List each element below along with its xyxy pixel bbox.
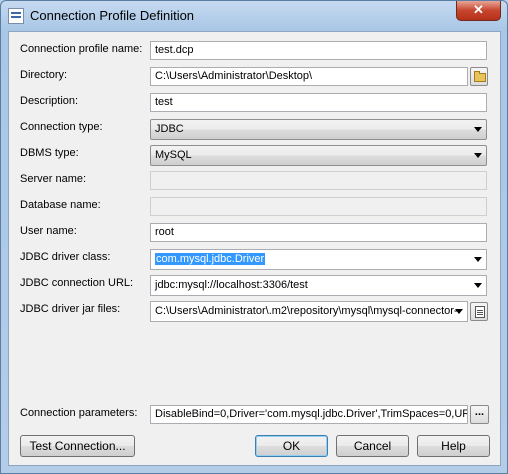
close-button[interactable]: ✕ xyxy=(456,1,501,21)
app-icon xyxy=(8,8,24,24)
server-name-input xyxy=(150,171,487,190)
dialog-body: Connection profile name: test.dcp Direct… xyxy=(8,31,501,466)
jdbc-driver-jar-files-value: C:\Users\Administrator\.m2\repository\my… xyxy=(155,305,458,317)
jdbc-driver-class-label: JDBC driver class: xyxy=(20,251,111,263)
folder-icon xyxy=(474,71,486,82)
connection-parameters-label: Connection parameters: xyxy=(20,407,138,419)
user-name-input[interactable]: root xyxy=(150,223,487,242)
connection-type-label: Connection type: xyxy=(20,121,103,133)
jdbc-driver-class-select[interactable]: com.mysql.jdbc.Driver xyxy=(150,249,487,270)
title-bar[interactable]: Connection Profile Definition ✕ xyxy=(1,1,507,31)
jdbc-driver-jar-files-select[interactable]: C:\Users\Administrator\.m2\repository\my… xyxy=(150,301,468,322)
description-label: Description: xyxy=(20,95,79,107)
edit-parameters-button[interactable]: ... xyxy=(470,405,489,424)
profile-name-input[interactable]: test.dcp xyxy=(150,41,487,60)
chevron-down-icon xyxy=(474,127,482,132)
chevron-down-icon xyxy=(474,283,482,288)
jdbc-connection-url-select[interactable]: jdbc:mysql://localhost:3306/test xyxy=(150,275,487,296)
database-name-label: Database name: xyxy=(20,199,101,211)
server-name-label: Server name: xyxy=(20,173,87,185)
dbms-type-value: MySQL xyxy=(155,149,192,161)
jdbc-connection-url-value: jdbc:mysql://localhost:3306/test xyxy=(155,279,308,291)
database-name-input xyxy=(150,197,487,216)
help-button[interactable]: Help xyxy=(417,435,490,457)
connection-type-select[interactable]: JDBC xyxy=(150,119,487,140)
jdbc-driver-class-value: com.mysql.jdbc.Driver xyxy=(155,253,266,265)
dbms-type-select[interactable]: MySQL xyxy=(150,145,487,166)
description-input[interactable]: test xyxy=(150,93,487,112)
jdbc-connection-url-label: JDBC connection URL: xyxy=(20,277,134,289)
connection-parameters-input[interactable]: DisableBind=0,Driver='com.mysql.jdbc.Dri… xyxy=(150,405,468,424)
chevron-down-icon xyxy=(474,153,482,158)
user-name-label: User name: xyxy=(20,225,77,237)
ok-button[interactable]: OK xyxy=(255,435,328,457)
chevron-down-icon xyxy=(474,257,482,262)
window-title: Connection Profile Definition xyxy=(30,8,195,23)
edit-jar-files-button[interactable] xyxy=(470,302,488,321)
document-icon xyxy=(475,306,485,318)
jdbc-driver-jar-files-label: JDBC driver jar files: xyxy=(20,303,121,315)
directory-label: Directory: xyxy=(20,69,68,81)
test-connection-button[interactable]: Test Connection... xyxy=(20,435,135,457)
chevron-down-icon xyxy=(455,309,463,314)
dialog-window: Connection Profile Definition ✕ Connecti… xyxy=(0,0,508,474)
directory-input[interactable]: C:\Users\Administrator\Desktop\ xyxy=(150,67,468,86)
cancel-button[interactable]: Cancel xyxy=(336,435,409,457)
profile-name-label: Connection profile name: xyxy=(20,43,143,55)
connection-type-value: JDBC xyxy=(155,123,184,135)
browse-directory-button[interactable] xyxy=(470,67,488,86)
dbms-type-label: DBMS type: xyxy=(20,147,79,159)
